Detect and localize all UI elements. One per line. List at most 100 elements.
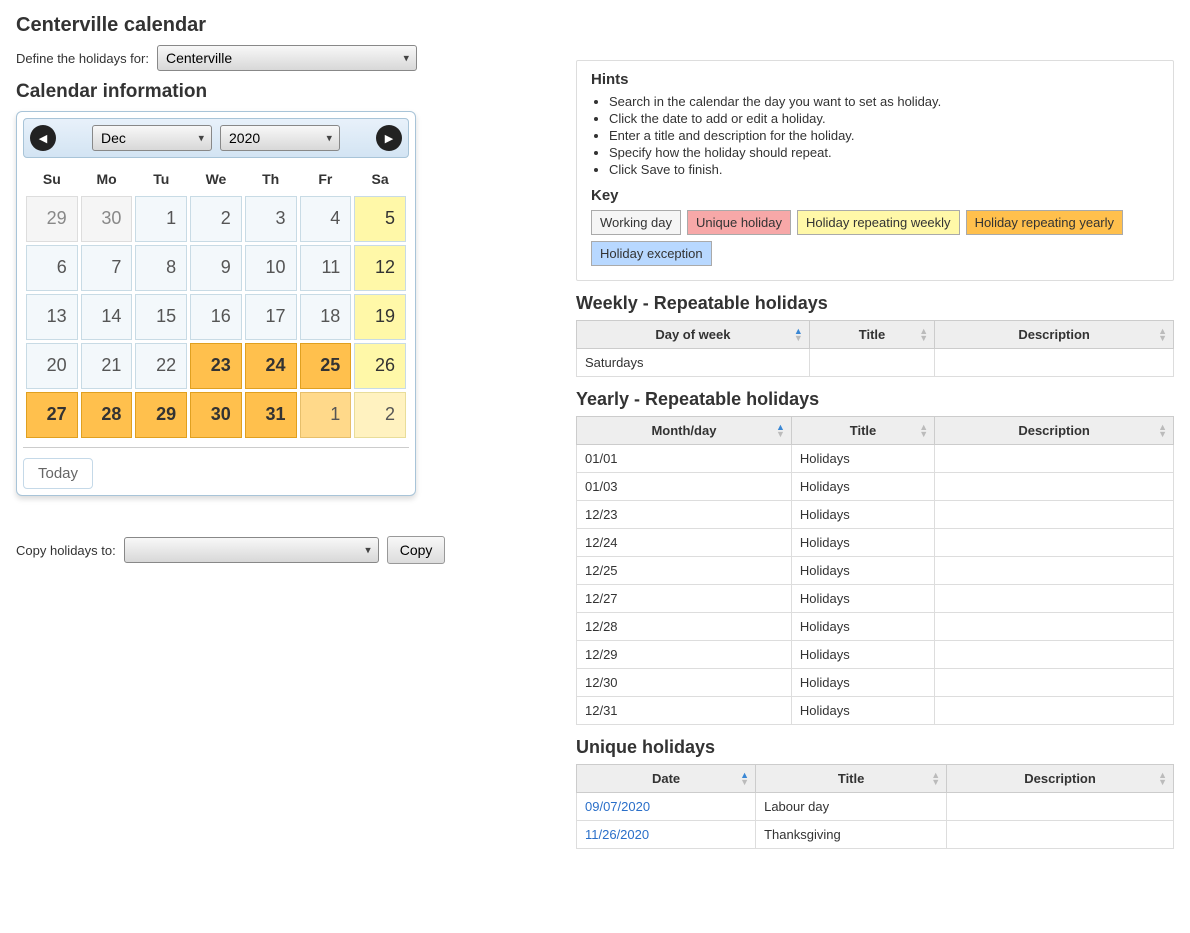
weekly-col-dow[interactable]: Day of week ▲▼ — [577, 321, 810, 349]
yearly-col-desc[interactable]: Description ▲▼ — [935, 417, 1174, 445]
calendar-day-cell[interactable]: 8 — [135, 245, 187, 291]
table-cell: Holidays — [791, 641, 934, 669]
weekly-col-title[interactable]: Title ▲▼ — [809, 321, 934, 349]
calendar-day-cell[interactable]: 31 — [245, 392, 297, 438]
holiday-date-link[interactable]: 09/07/2020 — [585, 799, 650, 814]
calendar-day-cell[interactable]: 4 — [300, 196, 352, 242]
calendar-day-cell[interactable]: 12 — [354, 245, 406, 291]
hints-panel: Hints Search in the calendar the day you… — [576, 60, 1174, 281]
calendar-day-cell[interactable]: 1 — [135, 196, 187, 242]
calendar-day-cell[interactable]: 11 — [300, 245, 352, 291]
calendar-day-cell[interactable]: 5 — [354, 196, 406, 242]
table-row: 12/24Holidays — [577, 529, 1174, 557]
prev-month-button[interactable]: ◀ — [30, 125, 56, 151]
calendar-day-cell[interactable]: 10 — [245, 245, 297, 291]
table-cell: 12/31 — [577, 697, 792, 725]
year-select[interactable]: 2020 — [220, 125, 340, 151]
sort-desc-icon: ▼ — [931, 779, 940, 786]
table-cell — [935, 445, 1174, 473]
calendar-day-cell[interactable]: 2 — [354, 392, 406, 438]
key-title: Key — [591, 187, 1159, 204]
calendar-day-cell[interactable]: 15 — [135, 294, 187, 340]
yearly-col-monthday[interactable]: Month/day ▲▼ — [577, 417, 792, 445]
table-cell: 12/27 — [577, 585, 792, 613]
calendar-day-cell[interactable]: 30 — [190, 392, 242, 438]
today-button[interactable]: Today — [23, 458, 93, 489]
calendar-day-cell[interactable]: 20 — [26, 343, 78, 389]
table-cell — [935, 585, 1174, 613]
hint-item: Specify how the holiday should repeat. — [609, 145, 1159, 160]
calendar-day-cell[interactable]: 9 — [190, 245, 242, 291]
calendar-day-cell[interactable]: 25 — [300, 343, 352, 389]
calendar-dow-header: Mo — [81, 165, 133, 193]
calendar-day-cell[interactable]: 23 — [190, 343, 242, 389]
calendar-day-cell[interactable]: 2 — [190, 196, 242, 242]
table-cell: 12/25 — [577, 557, 792, 585]
table-row: 12/31Holidays — [577, 697, 1174, 725]
copy-holidays-select[interactable] — [124, 537, 379, 563]
table-cell — [935, 349, 1174, 377]
table-cell: 01/03 — [577, 473, 792, 501]
calendar-day-cell[interactable]: 28 — [81, 392, 133, 438]
table-cell — [935, 641, 1174, 669]
sort-desc-icon: ▼ — [794, 335, 803, 342]
calendar-day-cell[interactable]: 26 — [354, 343, 406, 389]
table-cell: Saturdays — [577, 349, 810, 377]
table-row: 12/29Holidays — [577, 641, 1174, 669]
copy-button[interactable]: Copy — [387, 536, 446, 564]
calendar-day-cell[interactable]: 1 — [300, 392, 352, 438]
define-holidays-label: Define the holidays for: — [16, 51, 149, 66]
calendar-dow-header: Sa — [354, 165, 406, 193]
table-cell — [809, 349, 934, 377]
calendar-day-cell[interactable]: 3 — [245, 196, 297, 242]
calendar-day-cell[interactable]: 14 — [81, 294, 133, 340]
table-row: Saturdays — [577, 349, 1174, 377]
calendar-dow-header: Su — [26, 165, 78, 193]
unique-col-desc[interactable]: Description ▲▼ — [947, 765, 1174, 793]
calendar-dow-header: Tu — [135, 165, 187, 193]
weekly-table: Day of week ▲▼ Title ▲▼ Description ▲▼ S… — [576, 320, 1174, 377]
table-cell: 11/26/2020 — [577, 821, 756, 849]
hint-item: Click the date to add or edit a holiday. — [609, 111, 1159, 126]
calendar-day-cell[interactable]: 30 — [81, 196, 133, 242]
table-cell — [947, 793, 1174, 821]
yearly-title: Yearly - Repeatable holidays — [576, 389, 1174, 410]
table-cell: Holidays — [791, 445, 934, 473]
calendar-day-cell[interactable]: 16 — [190, 294, 242, 340]
table-cell — [935, 613, 1174, 641]
calendar-day-cell[interactable]: 19 — [354, 294, 406, 340]
next-month-button[interactable]: ▶ — [376, 125, 402, 151]
triangle-right-icon: ▶ — [385, 132, 393, 145]
table-cell — [935, 529, 1174, 557]
table-cell: Holidays — [791, 501, 934, 529]
calendar-day-cell[interactable]: 27 — [26, 392, 78, 438]
calendar-day-cell[interactable]: 7 — [81, 245, 133, 291]
calendar-day-cell[interactable]: 29 — [26, 196, 78, 242]
table-cell: Holidays — [791, 669, 934, 697]
holiday-date-link[interactable]: 11/26/2020 — [585, 827, 649, 842]
calendar-dow-header: Fr — [300, 165, 352, 193]
weekly-col-desc[interactable]: Description ▲▼ — [935, 321, 1174, 349]
calendar-day-cell[interactable]: 18 — [300, 294, 352, 340]
calendar-day-cell[interactable]: 29 — [135, 392, 187, 438]
unique-table: Date ▲▼ Title ▲▼ Description ▲▼ 09/07/20… — [576, 764, 1174, 849]
calendar-day-cell[interactable]: 6 — [26, 245, 78, 291]
unique-col-date[interactable]: Date ▲▼ — [577, 765, 756, 793]
sort-desc-icon: ▼ — [919, 431, 928, 438]
table-cell: Thanksgiving — [756, 821, 947, 849]
calendar-day-cell[interactable]: 13 — [26, 294, 78, 340]
weekly-title: Weekly - Repeatable holidays — [576, 293, 1174, 314]
calendar-day-cell[interactable]: 21 — [81, 343, 133, 389]
calendar-day-cell[interactable]: 22 — [135, 343, 187, 389]
calendar-day-cell[interactable]: 17 — [245, 294, 297, 340]
yearly-col-title[interactable]: Title ▲▼ — [791, 417, 934, 445]
sort-desc-icon: ▼ — [1158, 431, 1167, 438]
table-row: 01/01Holidays — [577, 445, 1174, 473]
unique-col-title[interactable]: Title ▲▼ — [756, 765, 947, 793]
datepicker: ◀ Dec 2020 ▶ SuMoTuWeThFrSa — [16, 111, 416, 496]
define-holidays-select[interactable]: Centerville — [157, 45, 417, 71]
table-cell: Holidays — [791, 613, 934, 641]
table-row: 12/30Holidays — [577, 669, 1174, 697]
month-select[interactable]: Dec — [92, 125, 212, 151]
calendar-day-cell[interactable]: 24 — [245, 343, 297, 389]
